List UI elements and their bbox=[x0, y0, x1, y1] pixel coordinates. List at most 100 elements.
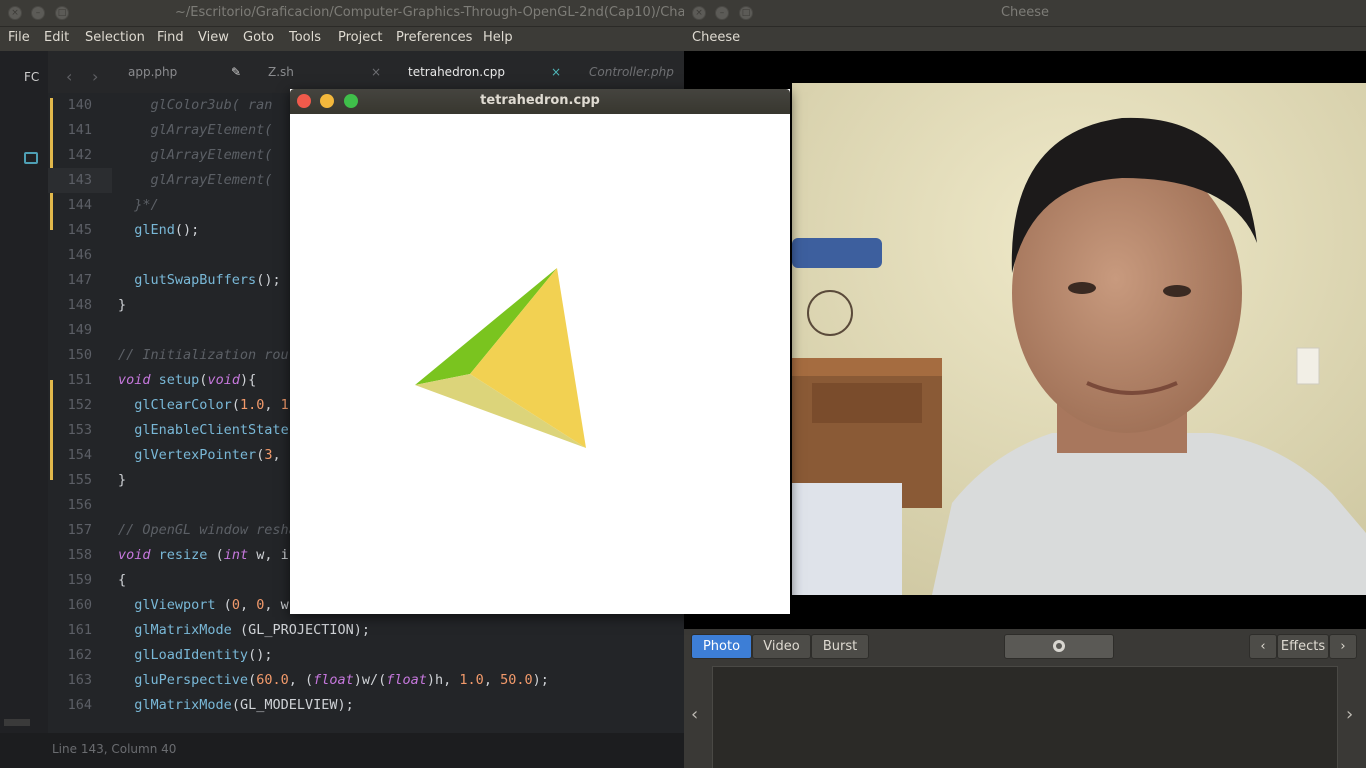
chevron-right-icon[interactable]: › bbox=[1346, 704, 1353, 725]
code-line[interactable]: 163 gluPerspective(60.0, (float)w/(float… bbox=[48, 668, 684, 693]
line-number: 155 bbox=[67, 472, 92, 488]
line-number: 163 bbox=[67, 672, 92, 688]
menu-selection[interactable]: Selection bbox=[85, 30, 145, 45]
window-title: ~/Escritorio/Graficacion/Computer-Graphi… bbox=[175, 5, 684, 20]
mode-video-button[interactable]: Video bbox=[752, 634, 811, 659]
tab-controller-php[interactable]: Controller.php bbox=[589, 65, 684, 85]
webcam-image bbox=[792, 83, 1366, 595]
menu-cheese[interactable]: Cheese bbox=[692, 30, 740, 45]
line-number: 141 bbox=[67, 122, 92, 138]
close-icon[interactable]: × bbox=[371, 65, 381, 79]
gl-canvas bbox=[290, 114, 790, 614]
line-number: 154 bbox=[67, 447, 92, 463]
cheese-titlebar: × – □ Cheese bbox=[684, 0, 1366, 27]
folder-icon[interactable] bbox=[24, 152, 38, 164]
menu-find[interactable]: Find bbox=[157, 30, 184, 45]
menu-view[interactable]: View bbox=[198, 30, 229, 45]
line-code: void resize (int w, in bbox=[118, 547, 297, 563]
chevron-left-icon[interactable]: ‹ bbox=[691, 704, 698, 725]
line-number: 145 bbox=[67, 222, 92, 238]
close-icon[interactable]: × bbox=[8, 6, 22, 20]
line-number: 158 bbox=[67, 547, 92, 563]
line-number: 153 bbox=[67, 422, 92, 438]
cursor-position: Line 143, Column 40 bbox=[52, 742, 177, 756]
chevron-left-icon[interactable]: ‹ bbox=[66, 67, 72, 86]
thumbnail-strip[interactable] bbox=[712, 666, 1338, 768]
line-number: 142 bbox=[67, 147, 92, 163]
sidebar-label[interactable]: FC bbox=[24, 70, 39, 84]
line-code: glMatrixMode(GL_MODELVIEW); bbox=[134, 697, 354, 713]
line-code: }*/ bbox=[118, 197, 159, 213]
sublime-titlebar: × – □ ~/Escritorio/Graficacion/Computer-… bbox=[0, 0, 684, 27]
tab-label: Z.sh bbox=[268, 65, 294, 79]
code-line[interactable]: 162 glLoadIdentity(); bbox=[48, 643, 684, 668]
minimize-icon[interactable]: – bbox=[31, 6, 45, 20]
line-number: 152 bbox=[67, 397, 92, 413]
line-number: 157 bbox=[67, 522, 92, 538]
take-photo-button[interactable] bbox=[1004, 634, 1114, 659]
line-number: 148 bbox=[67, 297, 92, 313]
maximize-icon[interactable]: □ bbox=[55, 6, 69, 20]
line-code: } bbox=[118, 472, 127, 488]
menu-goto[interactable]: Goto bbox=[243, 30, 274, 45]
window-title: Cheese bbox=[1000, 5, 1050, 20]
line-code: } bbox=[118, 297, 127, 313]
line-code: glArrayElement( bbox=[118, 172, 273, 188]
close-icon[interactable]: × bbox=[551, 65, 561, 79]
sublime-menubar: File Edit Selection Find View Goto Tools… bbox=[0, 27, 684, 51]
tab-label: app.php bbox=[128, 65, 178, 79]
code-line[interactable]: 164 glMatrixMode(GL_MODELVIEW); bbox=[48, 693, 684, 718]
line-number: 146 bbox=[67, 247, 92, 263]
mode-photo-button[interactable]: Photo bbox=[691, 634, 752, 659]
code-line[interactable]: 161 glMatrixMode (GL_PROJECTION); bbox=[48, 618, 684, 643]
sidebar-scrollbar[interactable] bbox=[4, 719, 30, 726]
line-code: void setup(void){ bbox=[118, 372, 257, 388]
line-code: glClearColor(1.0, 1 bbox=[134, 397, 289, 413]
effects-prev-button[interactable]: ‹ bbox=[1249, 634, 1277, 659]
mode-burst-button[interactable]: Burst bbox=[811, 634, 869, 659]
chevron-right-icon: › bbox=[1340, 639, 1346, 654]
line-number: 147 bbox=[67, 272, 92, 288]
tab-label: Controller.php bbox=[589, 65, 674, 79]
menu-file[interactable]: File bbox=[8, 30, 30, 45]
line-number: 159 bbox=[67, 572, 92, 588]
line-code: { bbox=[118, 572, 127, 588]
line-number: 150 bbox=[67, 347, 92, 363]
line-code: glEnableClientState bbox=[134, 422, 289, 438]
tab-bar: ‹ › app.php ✎ Z.sh × tetrahedron.cpp × C… bbox=[48, 51, 684, 93]
line-code: glutSwapBuffers(); bbox=[134, 272, 281, 288]
line-code: // OpenGL window resha bbox=[118, 522, 297, 538]
line-code: // Initialization rou bbox=[118, 347, 289, 363]
cheese-controls: Photo Video Burst ‹ Effects › ‹ › bbox=[684, 629, 1366, 768]
effects-button[interactable]: Effects bbox=[1277, 634, 1329, 659]
menu-edit[interactable]: Edit bbox=[44, 30, 69, 45]
line-number: 162 bbox=[67, 647, 92, 663]
line-code: glColor3ub( ran bbox=[118, 97, 273, 113]
tab-z-sh[interactable]: Z.sh × bbox=[268, 65, 381, 85]
tab-label: tetrahedron.cpp bbox=[408, 65, 505, 79]
menu-tools[interactable]: Tools bbox=[289, 30, 321, 45]
line-number: 151 bbox=[67, 372, 92, 388]
tab-tetrahedron-cpp[interactable]: tetrahedron.cpp × bbox=[408, 65, 562, 85]
gl-titlebar: tetrahedron.cpp bbox=[290, 89, 790, 114]
line-number: 143 bbox=[67, 172, 92, 188]
camera-icon bbox=[1053, 640, 1065, 652]
line-number: 161 bbox=[67, 622, 92, 638]
line-number: 156 bbox=[67, 497, 92, 513]
sidebar: FC ⋮ bbox=[0, 51, 48, 768]
line-number: 140 bbox=[67, 97, 92, 113]
chevron-right-icon[interactable]: › bbox=[92, 67, 98, 86]
window-title: tetrahedron.cpp bbox=[480, 93, 600, 108]
line-code: glLoadIdentity(); bbox=[134, 647, 273, 663]
line-code: glArrayElement( bbox=[118, 122, 273, 138]
opengl-window: tetrahedron.cpp bbox=[290, 89, 790, 614]
menu-preferences[interactable]: Preferences bbox=[396, 30, 472, 45]
effects-next-button[interactable]: › bbox=[1329, 634, 1357, 659]
line-code: glEnd(); bbox=[134, 222, 200, 238]
menu-help[interactable]: Help bbox=[483, 30, 513, 45]
tab-app-php[interactable]: app.php ✎ bbox=[128, 65, 243, 85]
chevron-left-icon: ‹ bbox=[1260, 639, 1266, 654]
line-code: gluPerspective(60.0, (float)w/(float)h, … bbox=[134, 672, 549, 688]
line-number: 144 bbox=[67, 197, 92, 213]
menu-project[interactable]: Project bbox=[338, 30, 382, 45]
